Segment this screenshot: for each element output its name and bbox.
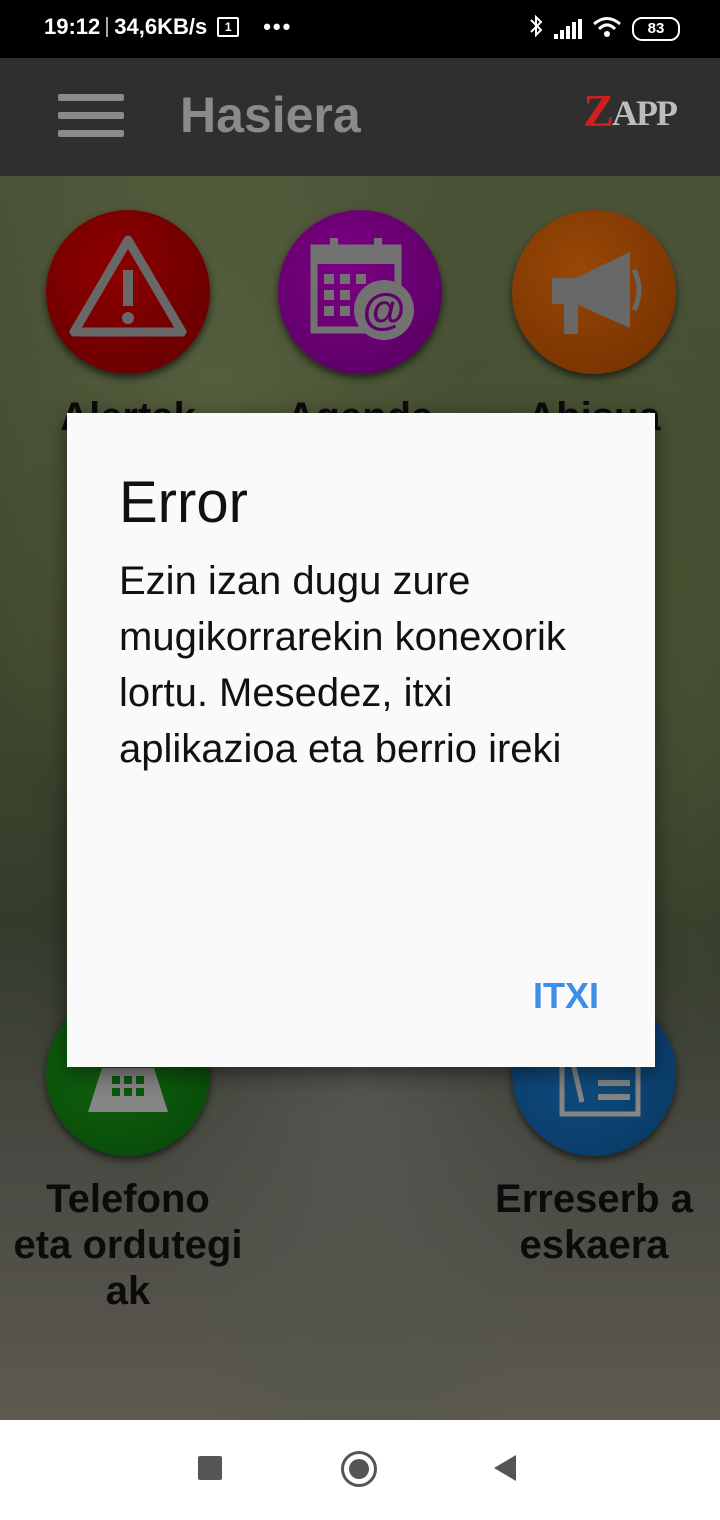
zapp-logo: ZAPP (583, 84, 678, 137)
status-time: 19:12 (44, 14, 101, 39)
system-nav-bar (0, 1420, 720, 1520)
page-title: Hasiera (180, 87, 361, 143)
dialog-title: Error (119, 470, 248, 535)
logo-text: APP (612, 93, 678, 133)
app-bar: Hasiera ZAPP (0, 58, 720, 176)
back-button[interactable] (494, 1455, 516, 1481)
status-left: 19:12 34,6KB/s 1 ••• (44, 14, 292, 40)
battery-icon: 83 (632, 17, 680, 41)
more-notifications-icon: ••• (263, 14, 293, 39)
network-speed: 34,6KB/s (114, 14, 208, 39)
dialog-message: Ezin izan dugu zure mugikorrarekin konex… (119, 559, 566, 771)
recents-button[interactable] (198, 1456, 222, 1480)
menu-icon[interactable] (58, 94, 124, 138)
sim-icon: 1 (217, 17, 240, 37)
status-bar: 19:12 34,6KB/s 1 ••• 83 (0, 0, 720, 58)
logo-letter: Z (583, 85, 614, 136)
status-right: 83 (528, 14, 680, 44)
close-button[interactable]: ITXI (533, 975, 599, 1017)
bluetooth-icon (528, 14, 544, 44)
signal-icon (554, 19, 582, 39)
status-separator (106, 17, 109, 37)
home-button[interactable] (341, 1451, 377, 1487)
wifi-icon (592, 16, 622, 43)
error-dialog: Error Ezin izan dugu zure mugikorrarekin… (67, 413, 655, 1067)
